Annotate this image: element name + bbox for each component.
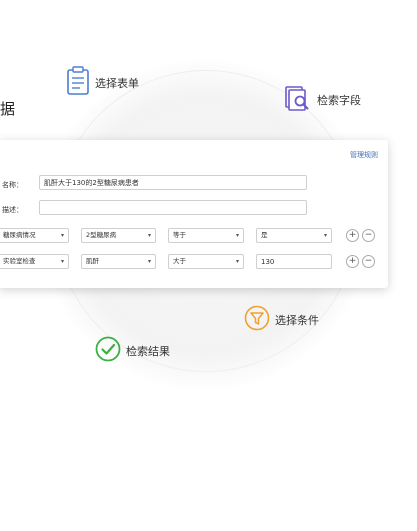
filter-icon [244,305,270,335]
feature-label-search-results: 检索结果 [126,345,170,358]
chevron-down-icon: ▾ [235,232,239,239]
condition-value-input[interactable]: 130 [256,254,332,269]
clipboard-icon [66,66,90,100]
condition-operator-value: 大于 [173,257,186,265]
checkmark-icon [95,336,121,366]
condition-field-select[interactable]: 实验室检查 ▾ [0,254,69,269]
search-document-icon [284,84,312,116]
remove-condition-button[interactable]: − [362,255,375,268]
condition-operator-select[interactable]: 等于 ▾ [168,228,244,243]
condition-value: 是 [261,231,268,239]
condition-item-select[interactable]: 2型糖尿病 ▾ [81,228,156,243]
name-input[interactable]: 肌酐大于130的2型糖尿病患者 [39,175,307,190]
add-condition-button[interactable]: + [346,229,359,242]
feature-label-select-form: 选择表单 [95,77,139,90]
feature-select-conditions: 选择条件 [244,305,319,335]
feature-search-results: 检索结果 [95,336,170,366]
condition-operator-select[interactable]: 大于 ▾ [168,254,244,269]
description-label: 描述： [2,206,23,214]
manage-rules-link[interactable]: 管理规则 [350,150,378,160]
chevron-down-icon: ▾ [60,258,64,265]
condition-operator-value: 等于 [173,231,186,239]
chevron-down-icon: ▾ [235,258,239,265]
chevron-down-icon: ▾ [323,232,327,239]
name-label: 名称： [2,181,23,189]
feature-search-fields: 检索字段 [284,84,361,116]
chevron-down-icon: ▾ [60,232,64,239]
condition-value-select[interactable]: 是 ▾ [256,228,332,243]
condition-field-value: 糖尿病情况 [3,231,36,239]
feature-select-form: 选择表单 [66,66,139,100]
remove-condition-button[interactable]: − [362,229,375,242]
feature-label-search-fields: 检索字段 [317,94,361,107]
chevron-down-icon: ▾ [147,232,151,239]
condition-field-select[interactable]: 糖尿病情况 ▾ [0,228,69,243]
description-input[interactable] [39,200,307,215]
add-condition-button[interactable]: + [346,255,359,268]
chevron-down-icon: ▾ [147,258,151,265]
condition-item-value: 肌酐 [86,257,99,265]
feature-label-select-conditions: 选择条件 [275,314,319,327]
rule-form-card: 管理规则 名称： 肌酐大于130的2型糖尿病患者 描述： 糖尿病情况 ▾ 2型糖… [0,140,388,288]
condition-item-value: 2型糖尿病 [86,231,117,239]
condition-field-value: 实验室检查 [3,257,36,265]
page-heading-fragment: 据 [0,100,16,118]
condition-item-select[interactable]: 肌酐 ▾ [81,254,156,269]
